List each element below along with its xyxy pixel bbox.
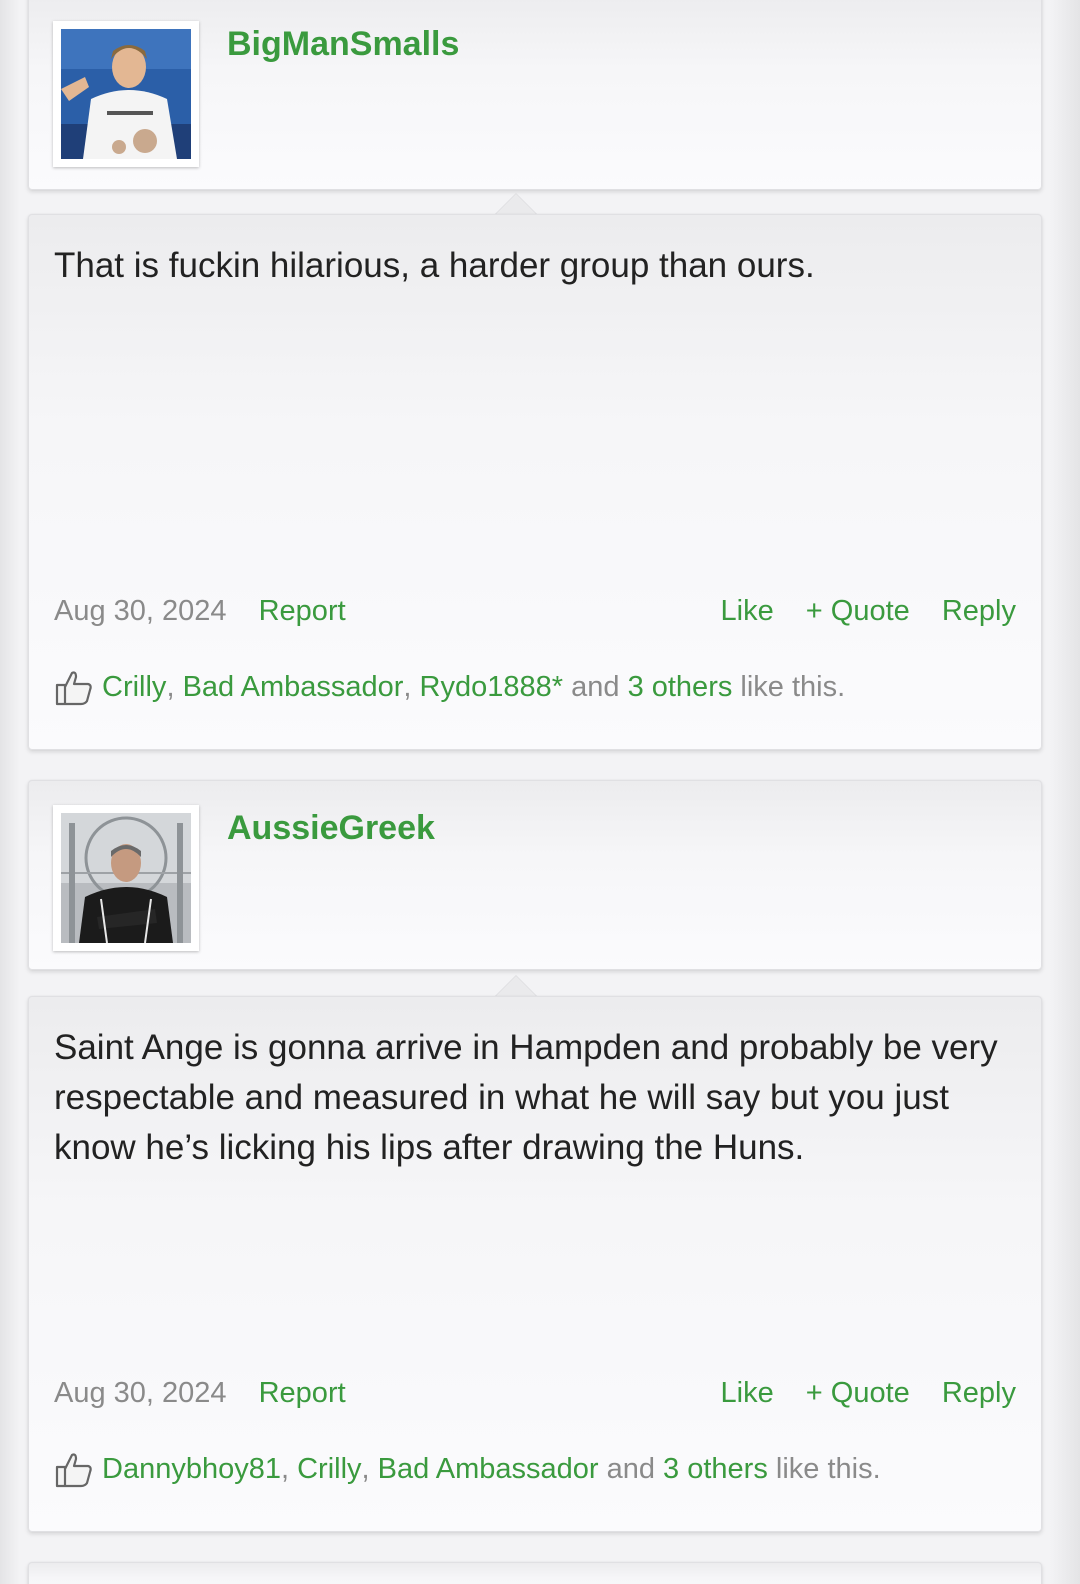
- like-button[interactable]: Like: [721, 595, 774, 627]
- post-body: That is fuckin hilarious, a harder group…: [28, 214, 1042, 750]
- likes-suffix: like this.: [775, 1452, 881, 1485]
- thread-page: BigManSmalls That is fuckin hilarious, a…: [0, 0, 1080, 1584]
- likes-suffix: like this.: [740, 670, 846, 703]
- username-link[interactable]: AussieGreek: [227, 809, 435, 848]
- post-author-header: AussieGreek: [28, 780, 1042, 970]
- post-meta: Aug 30, 2024 Report: [54, 1377, 346, 1410]
- likes-and-text: and: [606, 1452, 655, 1485]
- avatar[interactable]: [53, 21, 199, 167]
- post-actions: Like + Quote Reply: [697, 595, 1016, 628]
- post-message: Saint Ange is gonna arrive in Hampden an…: [54, 1028, 998, 1167]
- liker-link[interactable]: Crilly: [102, 671, 166, 704]
- report-link[interactable]: Report: [259, 595, 346, 627]
- likes-others-link[interactable]: 3 others: [628, 671, 733, 704]
- avatar-photo: [61, 813, 191, 943]
- liker-link[interactable]: Bad Ambassador: [378, 1453, 599, 1486]
- reply-button[interactable]: Reply: [942, 595, 1016, 627]
- likes-and-text: and: [571, 670, 620, 703]
- post-date[interactable]: Aug 30, 2024: [54, 595, 227, 627]
- username-link[interactable]: BigManSmalls: [227, 25, 459, 64]
- post-author-header: BigManSmalls: [28, 0, 1042, 190]
- speech-pointer: [494, 194, 538, 216]
- report-link[interactable]: Report: [259, 1377, 346, 1409]
- avatar-photo: [61, 29, 191, 159]
- liker-link[interactable]: Rydo1888*: [420, 671, 564, 704]
- liker-link[interactable]: Bad Ambassador: [183, 671, 404, 704]
- thumbs-up-icon: [55, 1453, 92, 1488]
- reply-button[interactable]: Reply: [942, 1377, 1016, 1409]
- quote-button[interactable]: + Quote: [806, 595, 910, 627]
- speech-pointer: [494, 976, 538, 998]
- liker-link[interactable]: Crilly: [297, 1453, 361, 1486]
- likes-summary: Dannybhoy81, Crilly, Bad Ambassador and …: [54, 1449, 881, 1489]
- quote-button[interactable]: + Quote: [806, 1377, 910, 1409]
- likes-summary: Crilly, Bad Ambassador, Rydo1888* and 3 …: [54, 667, 845, 707]
- post-meta: Aug 30, 2024 Report: [54, 595, 346, 628]
- thumbs-up-icon: [55, 671, 92, 706]
- post-actions: Like + Quote Reply: [697, 1377, 1016, 1410]
- post-body: Saint Ange is gonna arrive in Hampden an…: [28, 996, 1042, 1532]
- like-button[interactable]: Like: [721, 1377, 774, 1409]
- next-post-card: [28, 1562, 1042, 1584]
- post-message: That is fuckin hilarious, a harder group…: [54, 246, 815, 285]
- avatar[interactable]: [53, 805, 199, 951]
- post-date[interactable]: Aug 30, 2024: [54, 1377, 227, 1409]
- likes-others-link[interactable]: 3 others: [663, 1453, 768, 1486]
- liker-link[interactable]: Dannybhoy81: [102, 1453, 281, 1486]
